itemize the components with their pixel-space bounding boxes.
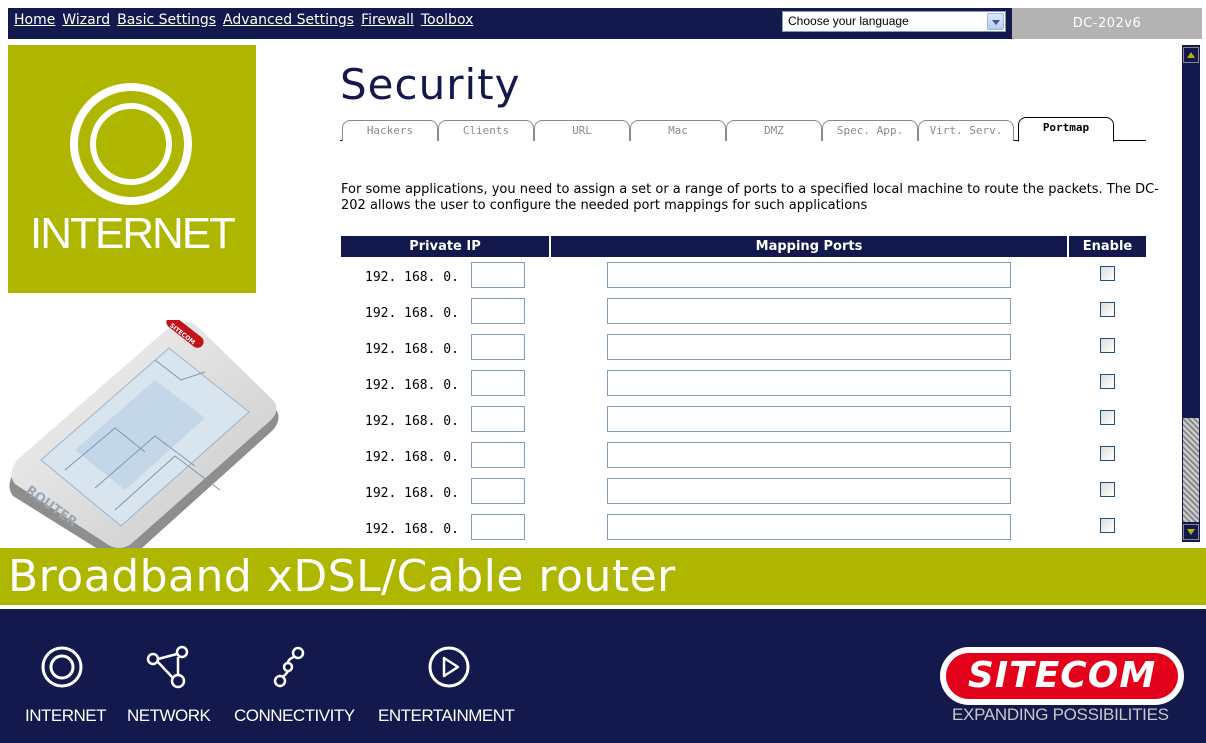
mapping-ports-input[interactable] (607, 514, 1011, 540)
mapping-ports-input[interactable] (607, 370, 1011, 396)
nav-link-firewall[interactable]: Firewall (361, 12, 414, 28)
section-tile-internet: INTERNET (8, 45, 256, 293)
table-row: 192. 168. 0. (341, 296, 1146, 332)
nav-link-wizard[interactable]: Wizard (62, 12, 110, 28)
tab-portmap[interactable]: Portmap (1018, 117, 1114, 142)
ip-prefix: 192. 168. 0. (365, 306, 459, 321)
scroll-down-icon[interactable] (1183, 524, 1199, 540)
enable-checkbox[interactable] (1100, 518, 1115, 533)
chevron-down-icon[interactable] (987, 13, 1004, 30)
ip-last-octet-input[interactable] (471, 334, 525, 360)
tab-url[interactable]: URL (534, 120, 630, 141)
column-header-mapping-ports: Mapping Ports (551, 236, 1067, 257)
tab-spec-app[interactable]: Spec. App. (822, 120, 918, 141)
tagline: EXPANDING POSSIBILITIES (952, 705, 1169, 724)
page-description: For some applications, you need to assig… (341, 182, 1159, 213)
section-tile-label: INTERNET (30, 209, 236, 258)
page-title: Security (340, 60, 521, 109)
mapping-ports-input[interactable] (607, 442, 1011, 468)
mapping-ports-input[interactable] (607, 478, 1011, 504)
ip-last-octet-input[interactable] (471, 478, 525, 504)
model-label: DC-202v6 (1012, 8, 1202, 39)
security-tabs: Hackers Clients URL Mac DMZ Spec. App. V… (340, 117, 1146, 142)
tab-hackers[interactable]: Hackers (342, 120, 438, 141)
ip-prefix: 192. 168. 0. (365, 486, 459, 501)
network-icon[interactable] (146, 645, 190, 689)
router-image: ROUTER SITECOM (9, 320, 279, 561)
column-header-private-ip: Private IP (341, 236, 549, 257)
ip-prefix: 192. 168. 0. (365, 450, 459, 465)
footer-label-internet[interactable]: INTERNET (25, 706, 107, 726)
nav-link-basic-settings[interactable]: Basic Settings (117, 12, 216, 28)
footer-label-network[interactable]: NETWORK (127, 706, 211, 726)
ip-last-octet-input[interactable] (471, 442, 525, 468)
product-banner-text: Broadband xDSL/Cable router (8, 551, 676, 602)
top-nav-links: Home Wizard Basic Settings Advanced Sett… (14, 12, 480, 28)
mapping-ports-input[interactable] (607, 334, 1011, 360)
vertical-scrollbar[interactable] (1182, 45, 1200, 542)
sitecom-logo-text: SITECOM (946, 653, 1178, 699)
scroll-up-icon[interactable] (1183, 47, 1199, 63)
tab-dmz[interactable]: DMZ (726, 120, 822, 141)
table-row: 192. 168. 0. (341, 512, 1146, 548)
language-select[interactable]: Choose your language (782, 11, 1006, 32)
ip-last-octet-input[interactable] (471, 514, 525, 540)
mapping-ports-input[interactable] (607, 298, 1011, 324)
enable-checkbox[interactable] (1100, 266, 1115, 281)
internet-icon-inner (90, 103, 172, 185)
ip-prefix: 192. 168. 0. (365, 522, 459, 537)
nav-link-advanced-settings[interactable]: Advanced Settings (223, 12, 354, 28)
nav-link-home[interactable]: Home (14, 12, 55, 28)
ip-last-octet-input[interactable] (471, 406, 525, 432)
enable-checkbox[interactable] (1100, 302, 1115, 317)
sitecom-logo[interactable]: SITECOM (940, 647, 1184, 705)
ip-last-octet-input[interactable] (471, 370, 525, 396)
ip-prefix: 192. 168. 0. (365, 342, 459, 357)
top-navigation-bar: Home Wizard Basic Settings Advanced Sett… (8, 8, 1202, 39)
product-banner: Broadband xDSL/Cable router (0, 548, 1206, 605)
nav-link-toolbox[interactable]: Toolbox (421, 12, 474, 28)
connectivity-icon[interactable] (268, 645, 312, 689)
enable-checkbox[interactable] (1100, 338, 1115, 353)
ip-prefix: 192. 168. 0. (365, 270, 459, 285)
enable-checkbox[interactable] (1100, 374, 1115, 389)
table-row: 192. 168. 0. (341, 332, 1146, 368)
ip-last-octet-input[interactable] (471, 298, 525, 324)
footer-label-entertainment[interactable]: ENTERTAINMENT (378, 706, 515, 726)
table-row: 192. 168. 0. (341, 404, 1146, 440)
mapping-ports-input[interactable] (607, 262, 1011, 288)
enable-checkbox[interactable] (1100, 482, 1115, 497)
enable-checkbox[interactable] (1100, 410, 1115, 425)
tab-mac[interactable]: Mac (630, 120, 726, 141)
mapping-ports-input[interactable] (607, 406, 1011, 432)
ip-last-octet-input[interactable] (471, 262, 525, 288)
table-row: 192. 168. 0. (341, 368, 1146, 404)
ip-prefix: 192. 168. 0. (365, 414, 459, 429)
enable-checkbox[interactable] (1100, 446, 1115, 461)
scrollbar-thumb[interactable] (1183, 418, 1199, 522)
footer: INTERNET NETWORK CONNECTIVITY ENTERTAINM… (0, 609, 1206, 743)
language-select-value: Choose your language (788, 14, 909, 28)
table-row: 192. 168. 0. (341, 260, 1146, 296)
table-row: 192. 168. 0. (341, 476, 1146, 512)
entertainment-icon[interactable] (427, 645, 471, 689)
column-header-enable: Enable (1069, 236, 1146, 257)
internet-icon[interactable] (40, 645, 84, 689)
tab-virt-serv[interactable]: Virt. Serv. (918, 120, 1014, 141)
tab-clients[interactable]: Clients (438, 120, 534, 141)
table-row: 192. 168. 0. (341, 440, 1146, 476)
ip-prefix: 192. 168. 0. (365, 378, 459, 393)
footer-label-connectivity[interactable]: CONNECTIVITY (234, 706, 355, 726)
